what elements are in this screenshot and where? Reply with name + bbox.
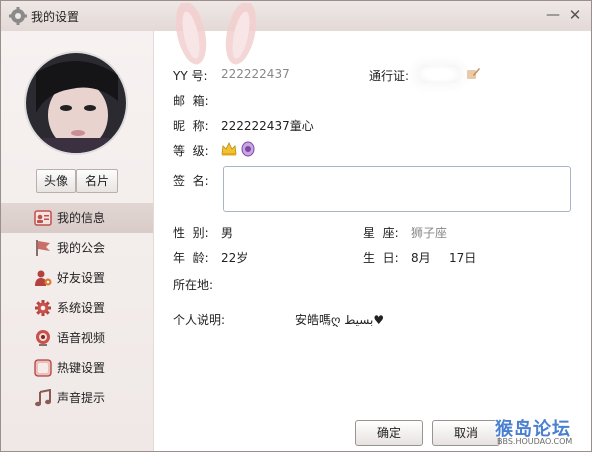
- window-title: 我的设置: [31, 10, 80, 24]
- nickname-label: 昵 称:: [173, 119, 209, 133]
- sidebar-item-friend-settings[interactable]: 好友设置: [1, 263, 153, 293]
- passport-label: 通行证:: [369, 69, 410, 83]
- watermark-sub: BBS.HOUDAO.COM: [497, 437, 573, 446]
- about-value: 安皓嗎ღ بسيط♥: [295, 313, 385, 327]
- email-label: 邮 箱:: [173, 94, 209, 108]
- level-label: 等 级:: [173, 144, 209, 158]
- cancel-button[interactable]: 取消: [432, 420, 500, 446]
- music-note-icon: [35, 389, 51, 407]
- signature-field[interactable]: [223, 166, 571, 212]
- minimize-button[interactable]: —: [545, 7, 561, 23]
- sidebar-item-hotkey-settings[interactable]: 热键设置: [1, 353, 153, 383]
- sidebar-item-label: 声音提示: [57, 391, 106, 405]
- title-bar[interactable]: 我的设置 — ✕: [1, 1, 591, 31]
- site-watermark: 猴岛论坛 BBS.HOUDAO.COM: [495, 415, 589, 449]
- hotkey-icon: [34, 359, 52, 377]
- sidebar-item-system-settings[interactable]: 系统设置: [1, 293, 153, 323]
- zodiac-value: 狮子座: [411, 226, 448, 240]
- birthday-day: 17日: [449, 251, 477, 265]
- gender-value: 男: [221, 226, 234, 240]
- ok-button[interactable]: 确定: [355, 420, 423, 446]
- sidebar-item-label: 好友设置: [57, 271, 106, 285]
- gender-label: 性 别:: [173, 226, 209, 240]
- sidebar-item-label: 我的信息: [57, 211, 106, 225]
- settings-window: 我的设置 — ✕ 头像 名片 我的信息 我的公会 好友设置 系统设置 语音视频 …: [0, 0, 592, 452]
- sidebar-item-my-info[interactable]: 我的信息: [1, 203, 153, 233]
- medal-icon: [241, 141, 255, 157]
- card-button[interactable]: 名片: [76, 169, 118, 193]
- nickname-value: 222222437童心: [221, 119, 314, 133]
- sidebar-item-label: 我的公会: [57, 241, 106, 255]
- user-info-icon: [34, 210, 52, 226]
- info-panel: YY 号: 222222437 通行证: 邮 箱: 昵 称: 222222437…: [153, 31, 591, 451]
- flag-icon: [36, 240, 50, 256]
- zodiac-label: 星 座:: [363, 226, 399, 240]
- yy-value: 222222437: [221, 67, 290, 81]
- location-label: 所在地:: [173, 278, 214, 292]
- signature-label: 签 名:: [173, 174, 209, 188]
- close-button[interactable]: ✕: [567, 7, 583, 23]
- sidebar-nav: 我的信息 我的公会 好友设置 系统设置 语音视频 热键设置 声音提示: [1, 203, 153, 413]
- edit-pencil-icon[interactable]: [466, 66, 480, 80]
- gear-title-icon: [9, 7, 27, 25]
- about-label: 个人说明:: [173, 313, 226, 327]
- avatar-button[interactable]: 头像: [36, 169, 76, 193]
- sidebar-item-sound-alerts[interactable]: 声音提示: [1, 383, 153, 413]
- passport-value-redacted: [417, 65, 461, 83]
- age-label: 年 龄:: [173, 251, 209, 265]
- webcam-icon: [36, 330, 50, 346]
- sidebar-item-label: 语音视频: [57, 331, 106, 345]
- crown-icon: [221, 142, 237, 156]
- birthday-label: 生 日:: [363, 251, 399, 265]
- sidebar-item-label: 热键设置: [57, 361, 106, 375]
- yy-label: YY 号:: [173, 69, 208, 83]
- sidebar: 头像 名片 我的信息 我的公会 好友设置 系统设置 语音视频 热键设置 声音提示: [1, 31, 154, 451]
- sidebar-item-label: 系统设置: [57, 301, 106, 315]
- gear-icon: [35, 300, 51, 316]
- birthday-month: 8月: [411, 251, 431, 265]
- sidebar-item-voice-video[interactable]: 语音视频: [1, 323, 153, 353]
- friend-settings-icon: [35, 270, 52, 286]
- age-value: 22岁: [221, 251, 249, 265]
- sidebar-item-my-guild[interactable]: 我的公会: [1, 233, 153, 263]
- avatar[interactable]: [26, 53, 126, 153]
